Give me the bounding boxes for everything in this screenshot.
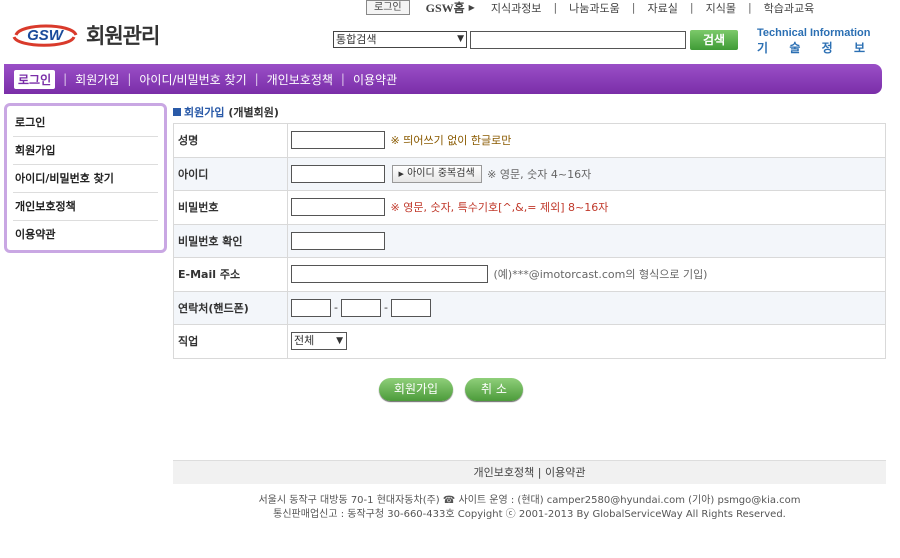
form-row-password: 비밀번호 ※ 영문, 숫자, 특수기호[^,&,= 제외] 8~16자 (173, 190, 886, 225)
search-input[interactable] (470, 31, 686, 49)
form-row-phone: 연락처(핸드폰) - - (173, 290, 886, 325)
signup-form: 성명 ※ 띄어쓰기 없이 한글로만 아이디 ▶ 아이디 중복검색 ※ 영문, 숫… (173, 123, 886, 359)
top-link-archive[interactable]: 자료실 (647, 0, 677, 16)
main-nav: 로그인 | 회원가입 | 아이디/비밀번호 찾기 | 개인보호정책 | 이용약관 (4, 64, 882, 94)
form-row-job: 직업 전체 ▼ (173, 324, 886, 359)
search-button[interactable]: 검색 (690, 30, 738, 50)
name-label: 성명 (173, 123, 288, 158)
name-input[interactable] (291, 131, 385, 150)
top-link-mall[interactable]: 지식몰 (706, 0, 736, 16)
job-select[interactable]: 전체 ▼ (291, 332, 347, 351)
password-confirm-input[interactable] (291, 231, 385, 250)
sidebar-item-find-id-pw[interactable]: 아이디/비밀번호 찾기 (13, 165, 158, 193)
form-actions: 회원가입 취 소 (379, 378, 523, 401)
separator: | (553, 1, 558, 14)
page-title: 회원관리 (86, 24, 160, 48)
separator: | (340, 72, 345, 86)
caret-right-icon: ▶ (398, 169, 404, 178)
nav-item-login[interactable]: 로그인 (14, 69, 56, 89)
id-label: 아이디 (173, 156, 288, 191)
job-label: 직업 (173, 324, 288, 359)
form-row-id: 아이디 ▶ 아이디 중복검색 ※ 영문, 숫자 4~16자 (173, 156, 886, 191)
phone-input-2[interactable] (340, 298, 381, 317)
form-row-name: 성명 ※ 띄어쓰기 없이 한글로만 (173, 123, 886, 158)
search-category-value: 통합검색 (336, 33, 377, 46)
separator: | (689, 1, 694, 14)
name-note: ※ 띄어쓰기 없이 한글로만 (390, 134, 512, 148)
phone-input-1[interactable] (291, 298, 331, 317)
email-input[interactable] (291, 265, 488, 284)
footer-links[interactable]: 개인보호정책 | 이용약관 (173, 460, 886, 484)
sidebar-item-privacy[interactable]: 개인보호정책 (13, 193, 158, 221)
nav-item-find-id-pw[interactable]: 아이디/비밀번호 찾기 (139, 71, 246, 88)
top-link-knowledge[interactable]: 지식과정보 (491, 0, 542, 16)
top-login-button[interactable]: 로그인 (366, 0, 410, 15)
password-confirm-label: 비밀번호 확인 (173, 223, 288, 258)
form-row-email: E-Mail 주소 (예)***@imotorcast.com의 형식으로 기입… (173, 257, 886, 292)
gsw-logo-icon: GSW (10, 21, 80, 49)
id-note: ※ 영문, 숫자 4~16자 (487, 167, 592, 181)
technical-information-link[interactable]: Technical Information 기술정보 (757, 27, 870, 56)
square-bullet-icon (173, 108, 181, 116)
dash: - (334, 301, 338, 315)
section-subtitle: (개별회원) (228, 106, 279, 119)
nav-item-join[interactable]: 회원가입 (75, 71, 119, 88)
footer-address: 서울시 동작구 대방동 70-1 현대자동차(주) ☎ 사이트 운영 : (현대… (258, 495, 801, 506)
site-logo[interactable]: GSW 회원관리 (10, 20, 160, 50)
phone-input-3[interactable] (390, 298, 431, 317)
password-note: ※ 영문, 숫자, 특수기호[^,&,= 제외] 8~16자 (390, 201, 609, 215)
password-label: 비밀번호 (173, 190, 288, 225)
email-note: (예)***@imotorcast.com의 형식으로 기입) (493, 268, 708, 282)
gsw-home-link[interactable]: GSW홈 (426, 0, 465, 16)
separator: | (747, 1, 752, 14)
section-title: 회원가입 (개별회원) (173, 104, 279, 120)
logo-brand-text: GSW (27, 27, 65, 44)
tech-info-en: Technical Information (757, 27, 871, 39)
separator: | (631, 1, 636, 14)
id-input[interactable] (291, 164, 385, 183)
phone-label: 연락처(핸드폰) (173, 290, 288, 325)
footer-info: 서울시 동작구 대방동 70-1 현대자동차(주) ☎ 사이트 운영 : (현대… (173, 494, 886, 522)
sidebar-item-join[interactable]: 회원가입 (13, 137, 158, 165)
form-row-password-confirm: 비밀번호 확인 (173, 223, 886, 258)
tech-info-kr: 기술정보 (757, 41, 865, 55)
sidebar-item-terms[interactable]: 이용약관 (13, 221, 158, 249)
sidebar: 로그인 회원가입 아이디/비밀번호 찾기 개인보호정책 이용약관 (4, 103, 167, 253)
separator: | (127, 72, 132, 86)
top-utility-nav: 로그인 GSW홈 ▶ 지식과정보 | 나눔과도움 | 자료실 | 지식몰 | 학… (366, 0, 816, 15)
footer-copyright: 통신판매업신고 : 동작구청 30-660-433호 Copyight ⓒ 20… (273, 509, 786, 520)
top-link-learning[interactable]: 학습과교육 (764, 0, 815, 16)
section-title-text: 회원가입 (184, 106, 225, 119)
job-select-value: 전체 (294, 334, 315, 348)
separator: | (254, 72, 259, 86)
nav-item-privacy[interactable]: 개인보호정책 (267, 71, 333, 88)
chevron-down-icon: ▼ (336, 336, 343, 347)
dash: - (383, 301, 388, 315)
top-link-sharing[interactable]: 나눔과도움 (569, 0, 620, 16)
cancel-button[interactable]: 취 소 (465, 378, 523, 401)
caret-right-icon: ▶ (468, 3, 475, 12)
id-duplicate-check-button[interactable]: ▶ 아이디 중복검색 (391, 164, 482, 183)
join-button[interactable]: 회원가입 (379, 378, 453, 401)
chevron-down-icon: ▼ (457, 34, 464, 44)
nav-item-terms[interactable]: 이용약관 (353, 71, 397, 88)
email-label: E-Mail 주소 (173, 257, 288, 292)
sidebar-item-login[interactable]: 로그인 (13, 109, 158, 137)
separator: | (63, 72, 68, 86)
password-input[interactable] (291, 198, 385, 217)
search-category-select[interactable]: 통합검색 ▼ (333, 31, 467, 48)
